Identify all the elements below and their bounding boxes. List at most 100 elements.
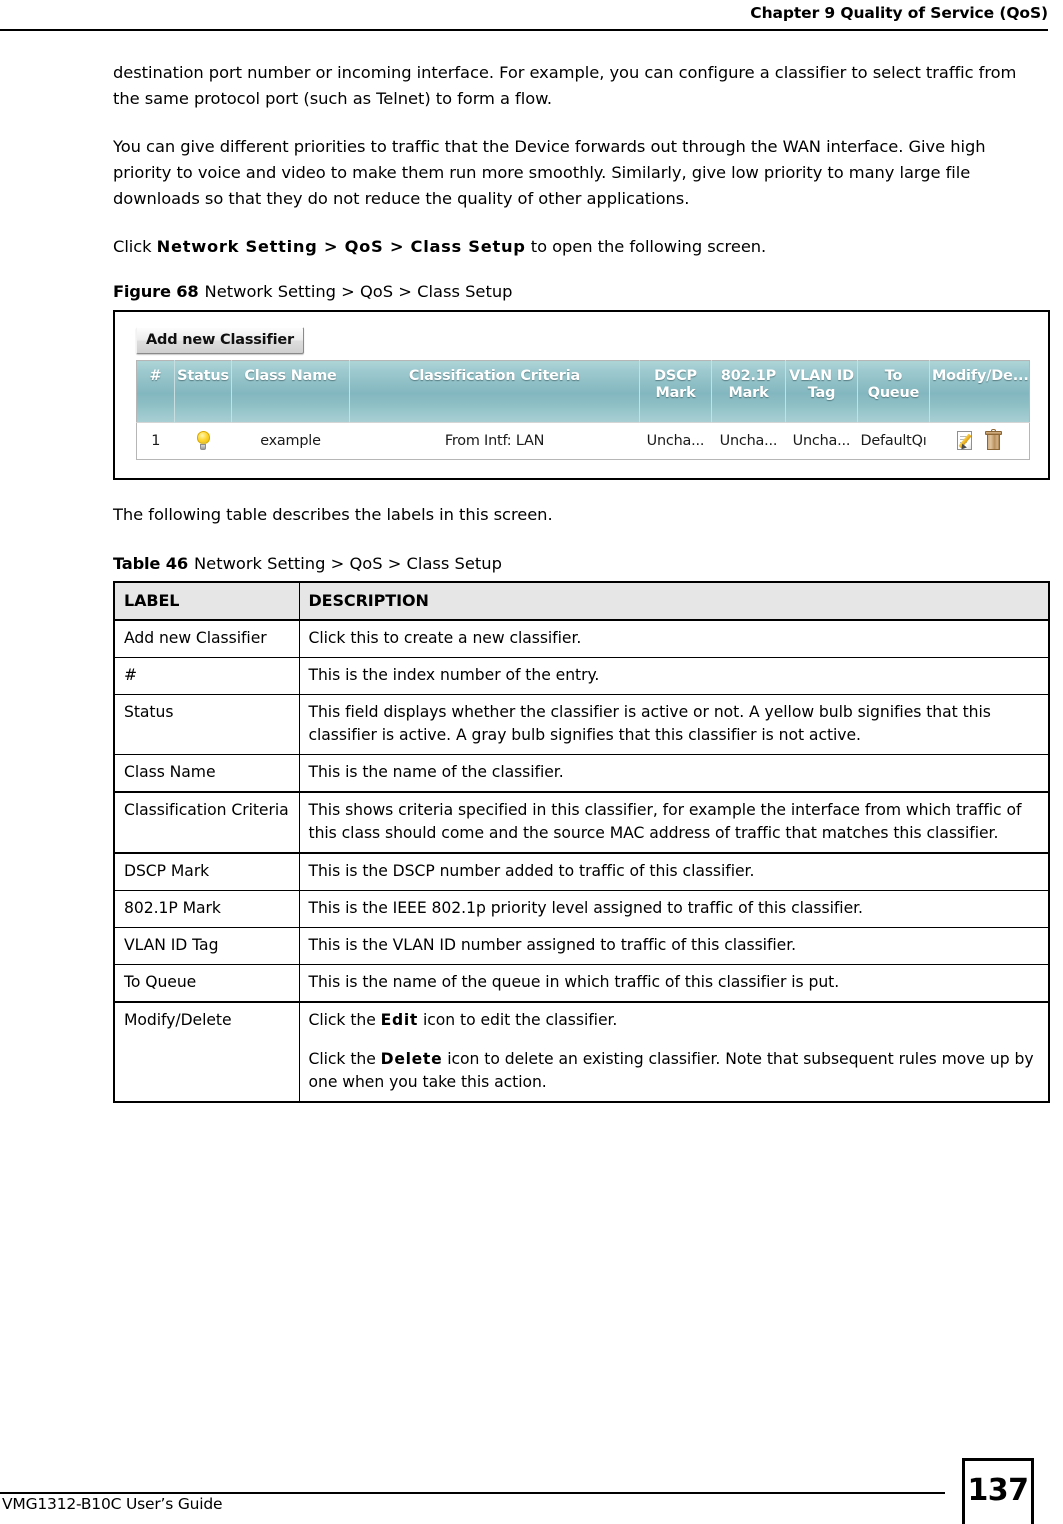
row-label: VLAN ID Tag [114,927,300,965]
cell-dscp-mark: Uncha... [639,422,712,460]
cell-8021p-mark: Uncha... [711,422,786,460]
row-description: This field displays whether the classifi… [299,694,1049,755]
add-new-classifier-button[interactable]: Add new Classifier [136,327,304,354]
column-header-vlan-id-tag: VLAN ID Tag [785,360,858,423]
body-paragraph-2: You can give different priorities to tra… [113,137,986,208]
cell-modify-delete [929,422,1030,460]
figure-label: Figure 68 [113,282,199,301]
click-suffix: to open the following screen. [525,237,767,256]
column-header-index: # [136,360,175,423]
cell-vlan-id-tag: Uncha... [785,422,858,460]
column-header-to-queue: To Queue [857,360,930,423]
toolbar: Add new Classifier [136,327,1038,354]
table-row: Class Name This is the name of the class… [114,754,1049,793]
label-table-header-row: LABEL DESCRIPTION [114,582,1049,621]
row-description: This is the IEEE 802.1p priority level a… [299,890,1049,928]
footer-divider [0,1492,945,1494]
row-description: This shows criteria specified in this cl… [299,791,1049,854]
column-header-8021p-mark: 802.1P Mark [711,360,786,423]
row-label: Modify/Delete [114,1001,300,1102]
row-description: This is the name of the queue in which t… [299,964,1049,1003]
row-label: DSCP Mark [114,852,300,891]
bulb-base [200,444,206,450]
page-number: 137 [967,1472,1029,1508]
page-number-box: 137 [962,1458,1034,1524]
running-header: Chapter 9 Quality of Service (QoS) [113,4,1048,30]
column-header-classification-criteria: Classification Criteria [349,360,640,423]
chapter-title: Chapter 9 Quality of Service (QoS) [750,4,1048,22]
table-caption: Table 46 Network Setting > QoS > Class Se… [113,552,1048,576]
edit-icon[interactable] [956,430,976,452]
menu-path: Network Setting > QoS > Class Setup [156,237,526,256]
delete-keyword: Delete [380,1050,443,1068]
header-divider [0,29,1048,31]
dot1p-line-2: Mark [728,385,769,401]
table-row: # This is the index number of the entry. [114,657,1049,695]
figure-caption: Figure 68 Network Setting > QoS > Class S… [113,280,1048,304]
edit-sentence-suffix: icon to edit the classifier. [418,1011,618,1029]
row-label: Class Name [114,754,300,793]
classifier-table: # Status Class Name Classification Crite… [136,360,1030,460]
click-prefix: Click [113,237,157,256]
row-label: Status [114,694,300,755]
delete-sentence-prefix: Click the [308,1050,381,1068]
row-label: # [114,657,300,695]
cell-status [174,422,232,460]
row-description: This is the VLAN ID number assigned to t… [299,927,1049,965]
table-row: To Queue This is the name of the queue i… [114,964,1049,1003]
delete-icon-can [986,435,1000,450]
table-label: Table 46 [113,554,188,573]
page-content: destination port number or incoming inte… [113,60,1050,1103]
table-title: Network Setting > QoS > Class Setup [194,554,502,573]
following-table-text: The following table describes the labels… [113,505,553,524]
table-row: Add new Classifier Click this to create … [114,620,1049,658]
row-description: Click this to create a new classifier. [299,620,1049,658]
table-row: 802.1P Mark This is the IEEE 802.1p prio… [114,890,1049,928]
navigation-instruction: Click Network Setting > QoS > Class Setu… [113,234,1048,260]
delete-icon[interactable] [984,429,1002,451]
column-header-dscp-mark: DSCP Mark [639,360,712,423]
queue-line-1: To [884,368,903,384]
row-description: This is the index number of the entry. [299,657,1049,695]
description-paragraph-1: Click the Edit icon to edit the classifi… [309,1009,1040,1032]
table-row: Classification Criteria This shows crite… [114,791,1049,854]
column-header-modify-delete: Modify/De... [929,360,1030,423]
yellow-bulb-icon [196,431,211,450]
label-description-table: LABEL DESCRIPTION Add new Classifier Cli… [113,581,1050,1103]
cell-index: 1 [136,422,175,460]
edit-keyword: Edit [380,1011,419,1029]
cell-to-queue: DefaultQı [857,422,930,460]
row-label: To Queue [114,964,300,1003]
figure-screenshot: Add new Classifier # Status Class Name C… [113,310,1050,480]
row-label: 802.1P Mark [114,890,300,928]
cell-class-name: example [231,422,350,460]
dot1p-line-1: 802.1P [720,368,777,384]
row-description: This is the name of the classifier. [299,754,1049,793]
vlan-line-1: VLAN ID [789,368,854,384]
table-row: VLAN ID Tag This is the VLAN ID number a… [114,927,1049,965]
table-row: Modify/Delete Click the Edit icon to edi… [114,1001,1049,1102]
table-row: 1 example From Intf: LAN Uncha... Uncha.… [136,422,1030,460]
cell-classification-criteria: From Intf: LAN [349,422,640,460]
description-paragraph-2: Click the Delete icon to delete an exist… [309,1048,1040,1094]
header-label: LABEL [114,582,300,621]
body-paragraph-1: destination port number or incoming inte… [113,63,1017,108]
footer-guide-name: VMG1312-B10C User’s Guide [2,1495,223,1513]
header-description: DESCRIPTION [299,582,1049,621]
document-page: Chapter 9 Quality of Service (QoS) desti… [0,0,1063,1524]
row-description: This is the DSCP number added to traffic… [299,852,1049,891]
table-row: DSCP Mark This is the DSCP number added … [114,852,1049,891]
dscp-line-2: Mark [655,385,696,401]
column-header-status: Status [174,360,232,423]
queue-line-2: Queue [867,385,920,401]
figure-title: Network Setting > QoS > Class Setup [204,282,513,301]
vlan-line-2: Tag [807,385,836,401]
row-label: Add new Classifier [114,620,300,658]
edit-sentence-prefix: Click the [308,1011,381,1029]
column-header-class-name: Class Name [231,360,350,423]
classifier-table-header-row: # Status Class Name Classification Crite… [136,360,1030,423]
table-row: Status This field displays whether the c… [114,694,1049,755]
row-description: Click the Edit icon to edit the classifi… [299,1001,1049,1102]
dscp-line-1: DSCP [654,368,697,384]
row-label: Classification Criteria [114,791,300,854]
